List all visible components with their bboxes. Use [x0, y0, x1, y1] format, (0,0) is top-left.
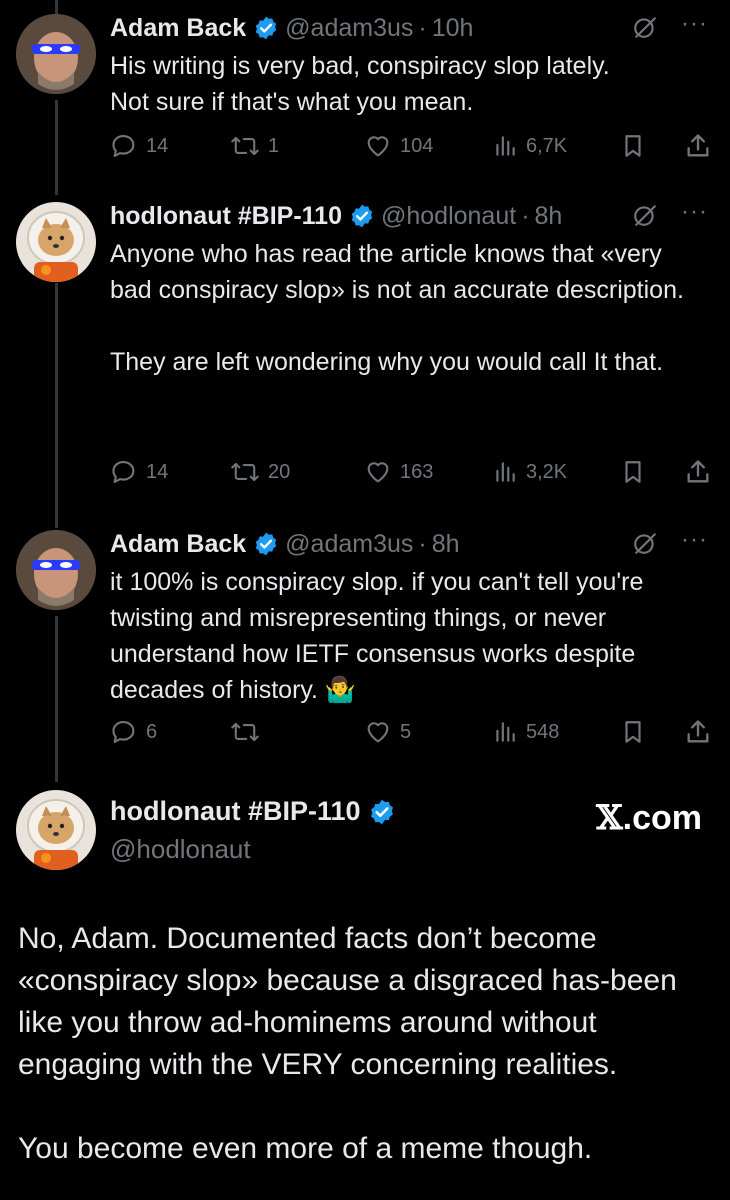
tweet-text: Anyone who has read the article knows th… [110, 240, 684, 376]
tweet-text: His writing is very bad, conspiracy slop… [110, 52, 610, 116]
avatar-adam-back[interactable] [16, 14, 96, 94]
avatar-adam-back[interactable] [16, 530, 96, 610]
display-name[interactable]: Adam Back [110, 14, 246, 43]
grok-icon[interactable] [632, 530, 658, 561]
verified-icon [253, 531, 279, 557]
display-name[interactable]: hodlonaut #BIP-110 [110, 202, 342, 231]
timestamp[interactable]: 8h [535, 202, 563, 231]
grok-icon[interactable] [632, 202, 658, 233]
reply-button[interactable]: 6 [110, 712, 157, 752]
repost-button[interactable]: 20 [230, 452, 290, 492]
tweet-actions: 14 1 104 6,7K [110, 126, 720, 166]
bookmark-icon [625, 721, 641, 743]
views-icon [496, 722, 515, 742]
bookmark-icon [625, 135, 641, 157]
avatar-hodlonaut[interactable] [16, 202, 96, 282]
main-tweet-text: No, Adam. Documented facts don’t become … [18, 922, 677, 1165]
display-name[interactable]: hodlonaut #BIP-110 [110, 796, 361, 827]
bookmark-button[interactable] [620, 126, 654, 166]
x-logo: 𝕏 [596, 798, 623, 838]
share-button[interactable] [684, 452, 720, 492]
user-handle[interactable]: @adam3us [285, 530, 413, 559]
separator-dot: · [521, 201, 530, 230]
reply-button[interactable]: 14 [110, 452, 168, 492]
timestamp[interactable]: 8h [432, 530, 460, 559]
grok-icon[interactable] [632, 14, 658, 45]
tweet-text: it 100% is conspiracy slop. if you can't… [110, 568, 651, 704]
repost-icon [231, 722, 259, 742]
views-button[interactable]: 3,2K [492, 452, 567, 492]
reply-icon [112, 135, 135, 157]
share-icon [687, 460, 709, 483]
verified-icon [349, 203, 375, 229]
share-icon [687, 720, 709, 743]
like-button[interactable]: 104 [364, 126, 433, 166]
share-icon [687, 134, 709, 157]
verified-icon [253, 15, 279, 41]
more-icon[interactable]: ··· [681, 198, 708, 226]
views-icon [496, 462, 515, 482]
separator-dot: · [418, 529, 427, 558]
tweet[interactable]: hodlonaut #BIP-110 @hodlonaut · 8h ··· A… [0, 196, 730, 496]
reply-icon [112, 721, 135, 743]
bookmark-icon [625, 461, 641, 483]
tweet-header: Adam Back @adam3us · 10h [110, 8, 473, 48]
user-handle[interactable]: @adam3us [285, 14, 413, 43]
reply-count: 14 [146, 134, 169, 157]
reply-button[interactable]: 14 [110, 126, 168, 166]
bookmark-button[interactable] [620, 712, 654, 752]
view-count: 3,2K [526, 460, 568, 483]
reply-icon [112, 461, 135, 483]
bookmark-button[interactable] [620, 452, 654, 492]
tweet-header: Adam Back @adam3us · 8h [110, 524, 460, 564]
repost-icon [231, 462, 259, 482]
display-name[interactable]: Adam Back [110, 530, 246, 559]
like-count: 163 [400, 460, 434, 483]
repost-count: 20 [268, 460, 291, 483]
share-button[interactable] [684, 712, 720, 752]
tweet[interactable]: Adam Back @adam3us · 10h ··· His writing… [0, 8, 730, 168]
views-icon [496, 136, 515, 156]
repost-button[interactable] [230, 712, 268, 752]
tweet[interactable]: Adam Back @adam3us · 8h ··· it 100% is c… [0, 524, 730, 754]
views-button[interactable]: 548 [492, 712, 559, 752]
view-count: 548 [526, 720, 560, 743]
timestamp[interactable]: 10h [432, 14, 474, 43]
user-handle[interactable]: @hodlonaut [110, 834, 251, 865]
repost-count: 1 [268, 134, 280, 157]
tweet-actions: 6 5 548 [110, 712, 720, 752]
view-count: 6,7K [526, 134, 568, 157]
share-button[interactable] [684, 126, 720, 166]
separator-dot: · [418, 13, 427, 42]
main-author: hodlonaut #BIP-110 [110, 796, 402, 827]
x-com-watermark: 𝕏.com [596, 798, 702, 838]
user-handle[interactable]: @hodlonaut [381, 202, 516, 231]
like-button[interactable]: 163 [364, 452, 433, 492]
like-icon [367, 722, 389, 743]
avatar-hodlonaut[interactable] [16, 790, 96, 870]
watermark-domain: .com [622, 799, 702, 837]
reply-count: 14 [146, 460, 169, 483]
tweet-header: hodlonaut #BIP-110 @hodlonaut · 8h [110, 196, 562, 236]
verified-icon [368, 798, 396, 826]
repost-icon [231, 136, 259, 156]
tweet-actions: 14 20 163 3,2K [110, 452, 720, 492]
like-count: 5 [400, 720, 412, 743]
main-tweet[interactable]: hodlonaut #BIP-110 @hodlonaut 𝕏.com No, … [0, 790, 730, 1200]
like-icon [367, 136, 389, 157]
like-count: 104 [400, 134, 434, 157]
more-icon[interactable]: ··· [681, 10, 708, 38]
like-button[interactable]: 5 [364, 712, 411, 752]
more-icon[interactable]: ··· [681, 526, 708, 554]
repost-button[interactable]: 1 [230, 126, 279, 166]
reply-count: 6 [146, 720, 158, 743]
views-button[interactable]: 6,7K [492, 126, 567, 166]
like-icon [367, 462, 389, 483]
